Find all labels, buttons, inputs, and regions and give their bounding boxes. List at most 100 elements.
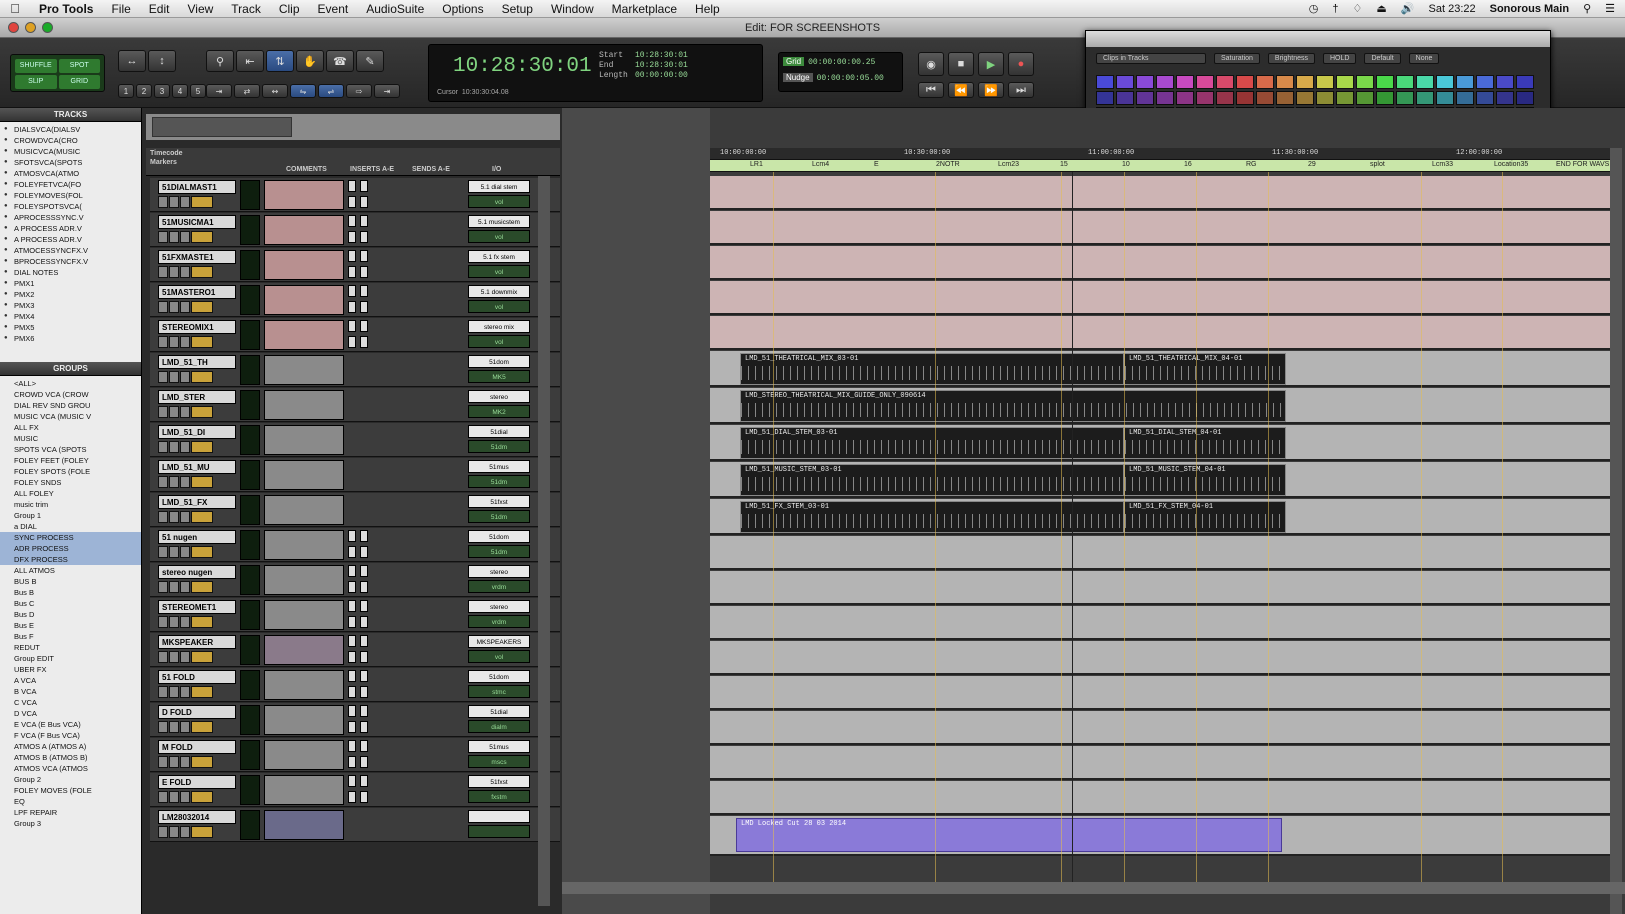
color-swatch[interactable] [1496, 91, 1514, 105]
color-swatch[interactable] [1216, 75, 1234, 89]
color-swatch[interactable] [1456, 91, 1474, 105]
menu-event[interactable]: Event [309, 0, 358, 18]
comments-field[interactable] [264, 320, 344, 350]
audio-clip[interactable]: LMD_51_DIAL_STEM_04-01 [1124, 427, 1286, 459]
solo-button[interactable] [169, 196, 179, 208]
track-list-item[interactable]: SFOTSVCA(SPOTS [0, 157, 141, 168]
insert-slot[interactable] [348, 336, 356, 348]
output-selector[interactable]: 51fxst [468, 495, 530, 508]
color-swatch[interactable] [1196, 75, 1214, 89]
track-list-item[interactable]: BPROCESSYNCFX.V [0, 256, 141, 267]
return-to-zero-icon[interactable]: ⏮ [918, 82, 944, 98]
output-selector[interactable]: 51mus [468, 460, 530, 473]
track-row[interactable]: E FOLD 51fxst fxstm [150, 773, 560, 807]
insert-slot[interactable] [360, 616, 368, 628]
color-swatch[interactable] [1256, 91, 1274, 105]
mute-button[interactable] [180, 721, 190, 733]
comments-field[interactable] [264, 215, 344, 245]
rec-button[interactable] [158, 441, 168, 453]
volume-selector[interactable]: dialm [468, 720, 530, 733]
color-swatch[interactable] [1256, 75, 1274, 89]
palette-mode-select[interactable]: Clips in Tracks [1096, 53, 1206, 64]
vol-selector[interactable] [191, 616, 213, 628]
color-swatch[interactable] [1516, 75, 1534, 89]
mute-button[interactable] [180, 266, 190, 278]
menu-view[interactable]: View [178, 0, 222, 18]
marker[interactable]: Lcm33 [1432, 161, 1453, 168]
rec-button[interactable] [158, 721, 168, 733]
color-swatch[interactable] [1356, 91, 1374, 105]
vol-selector[interactable] [191, 231, 213, 243]
solo-button[interactable] [169, 511, 179, 523]
color-swatch[interactable] [1136, 75, 1154, 89]
bluetooth-icon[interactable]: † [1332, 3, 1338, 15]
group-list-item[interactable]: A VCA [0, 675, 141, 686]
track-list-item[interactable]: PMX4 [0, 311, 141, 322]
rec-button[interactable] [158, 791, 168, 803]
vol-selector[interactable] [191, 581, 213, 593]
color-swatch[interactable] [1296, 91, 1314, 105]
volume-selector[interactable]: MK2 [468, 405, 530, 418]
group-list-item[interactable]: music trim [0, 499, 141, 510]
color-swatch[interactable] [1116, 91, 1134, 105]
insert-slot[interactable] [360, 600, 368, 612]
marker[interactable]: 2NOTR [936, 161, 960, 168]
marker[interactable]: END FOR WAVS [1556, 161, 1609, 168]
track-name[interactable]: LMD_51_DI [158, 425, 236, 439]
track-lane[interactable] [710, 746, 1610, 780]
mirror-icon[interactable]: ↭ [262, 84, 288, 98]
color-swatch[interactable] [1436, 91, 1454, 105]
track-row[interactable]: 51 FOLD 51dom stmc [150, 668, 560, 702]
selector-tool-icon[interactable]: ⇅ [266, 50, 294, 72]
track-lane[interactable] [710, 571, 1610, 605]
volume-selector[interactable]: vol [468, 335, 530, 348]
solo-button[interactable] [169, 616, 179, 628]
mute-button[interactable] [180, 406, 190, 418]
output-selector[interactable]: 5.1 fx stem [468, 250, 530, 263]
vol-selector[interactable] [191, 721, 213, 733]
audio-clip[interactable]: LMD_51_THEATRICAL_MIX_04-01 [1124, 353, 1286, 385]
track-row[interactable]: stereo nugen stereo vrdm [150, 563, 560, 597]
rec-button[interactable] [158, 546, 168, 558]
group-list-item[interactable]: MUSIC VCA (MUSIC V [0, 411, 141, 422]
rec-button[interactable] [158, 616, 168, 628]
group-list-item[interactable]: C VCA [0, 697, 141, 708]
vol-selector[interactable] [191, 266, 213, 278]
group-list-item[interactable]: DFX PROCESS [0, 554, 141, 565]
output-selector[interactable]: stereo [468, 565, 530, 578]
color-swatch[interactable] [1336, 75, 1354, 89]
insert-slot[interactable] [348, 740, 356, 752]
color-swatch[interactable] [1296, 75, 1314, 89]
track-name[interactable]: STEREOMIX1 [158, 320, 236, 334]
mix-scrollbar[interactable] [538, 176, 550, 906]
output-selector[interactable]: stereo [468, 390, 530, 403]
insert-slot[interactable] [360, 686, 368, 698]
insert-slot[interactable] [348, 600, 356, 612]
track-list-item[interactable]: APROCESSSYNC.V [0, 212, 141, 223]
comments-field[interactable] [264, 530, 344, 560]
pencil-tool-icon[interactable]: ✎ [356, 50, 384, 72]
volume-selector[interactable]: vrdm [468, 615, 530, 628]
apple-icon[interactable]:  [0, 1, 30, 16]
color-swatch[interactable] [1196, 91, 1214, 105]
time-machine-icon[interactable]: ◷ [1309, 2, 1319, 15]
mode-slip[interactable]: SLIP [15, 75, 57, 89]
track-list-item[interactable]: PMX1 [0, 278, 141, 289]
insert-slot[interactable] [348, 705, 356, 717]
mute-button[interactable] [180, 336, 190, 348]
track-list-item[interactable]: FOLEYFETVCA(FO [0, 179, 141, 190]
record-icon[interactable]: ● [1008, 52, 1034, 76]
group-list-item[interactable]: FOLEY SNDS [0, 477, 141, 488]
marker[interactable]: LR1 [750, 161, 763, 168]
solo-button[interactable] [169, 581, 179, 593]
volume-selector[interactable]: vol [468, 265, 530, 278]
link-icon[interactable]: ⇄ [234, 84, 260, 98]
eject-icon[interactable]: ⏏ [1376, 2, 1386, 15]
volume-selector[interactable]: vol [468, 230, 530, 243]
group-list-item[interactable]: CROWD VCA (CROW [0, 389, 141, 400]
insert-slot[interactable] [360, 740, 368, 752]
zoom-preset-3[interactable]: 3 [154, 84, 170, 98]
track-name[interactable]: E FOLD [158, 775, 236, 789]
menu-audiosuite[interactable]: AudioSuite [357, 0, 433, 18]
menu-setup[interactable]: Setup [493, 0, 542, 18]
